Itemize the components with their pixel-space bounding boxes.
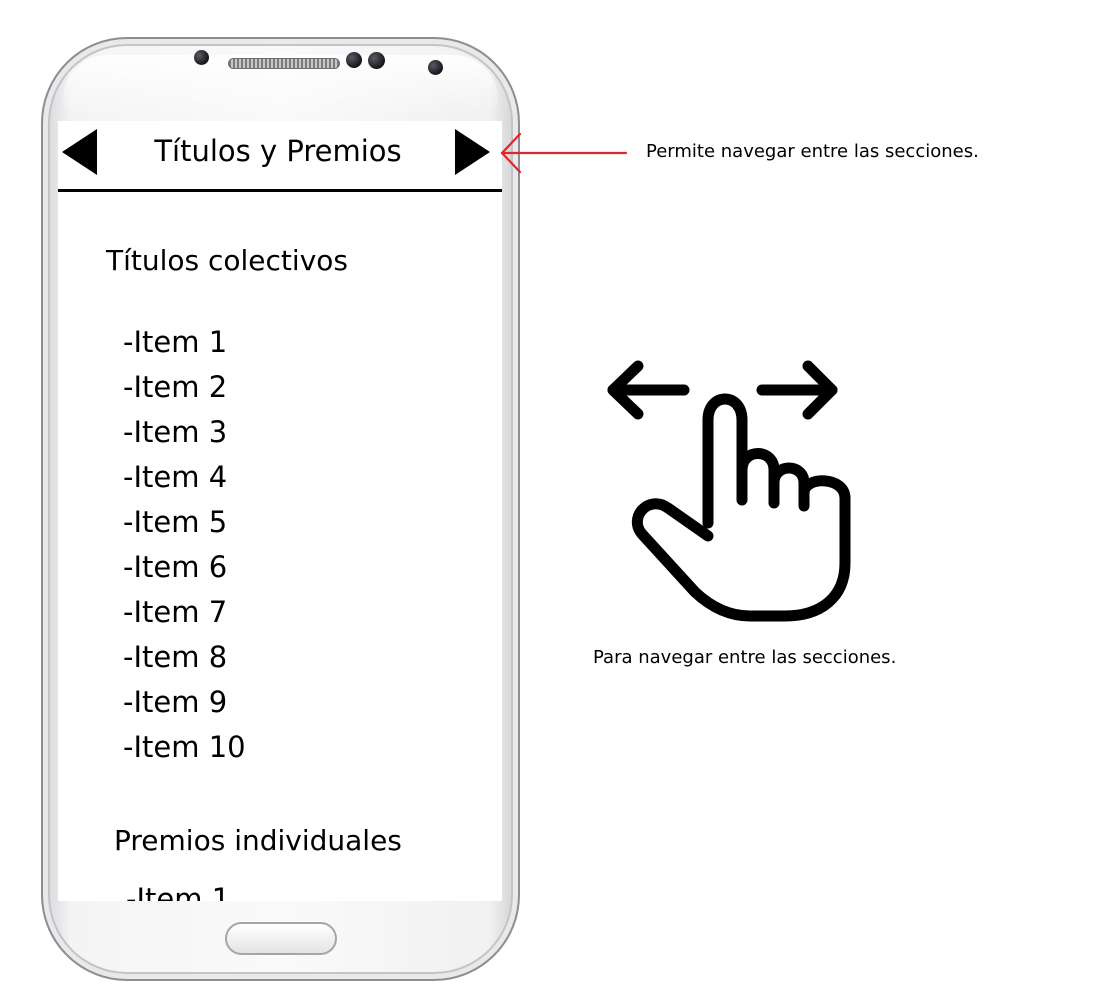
arrow-note: Permite navegar entre las secciones.: [646, 141, 979, 162]
section-header: Títulos y Premios: [58, 121, 502, 192]
list-item: -Item 10: [123, 730, 246, 764]
front-camera-icon: [428, 60, 443, 75]
phone-screen: Títulos y Premios Títulos colectivos -It…: [58, 121, 502, 901]
list-item: -Item 9: [123, 685, 228, 719]
list-item: -Item 1: [126, 882, 231, 901]
individuales-list: -Item 1: [126, 877, 230, 901]
earpiece-speaker: [228, 58, 340, 69]
list-item: -Item 8: [123, 640, 228, 674]
sensor-dot-1: [346, 52, 362, 68]
page-title: Títulos y Premios: [154, 134, 402, 168]
home-button[interactable]: [225, 922, 337, 955]
list-item: -Item 3: [123, 415, 228, 449]
colectivos-list: -Item 1 -Item 2 -Item 3 -Item 4 -Item 5 …: [123, 320, 246, 770]
annotation-arrow-icon: [500, 132, 628, 174]
list-item: -Item 5: [123, 505, 228, 539]
section-title-individuales: Premios individuales: [114, 824, 402, 857]
gesture-note: Para navegar entre las secciones.: [593, 647, 897, 668]
swipe-hand-icon: [607, 360, 851, 622]
sensor-dot-2: [368, 52, 385, 69]
section-title-colectivos: Títulos colectivos: [106, 244, 348, 277]
triangle-right-icon[interactable]: [455, 129, 490, 175]
triangle-left-icon[interactable]: [62, 129, 97, 175]
list-item: -Item 7: [123, 595, 228, 629]
list-item: -Item 4: [123, 460, 228, 494]
proximity-sensor: [194, 50, 209, 65]
list-item: -Item 2: [123, 370, 228, 404]
list-item: -Item 1: [123, 325, 228, 359]
list-item: -Item 6: [123, 550, 228, 584]
